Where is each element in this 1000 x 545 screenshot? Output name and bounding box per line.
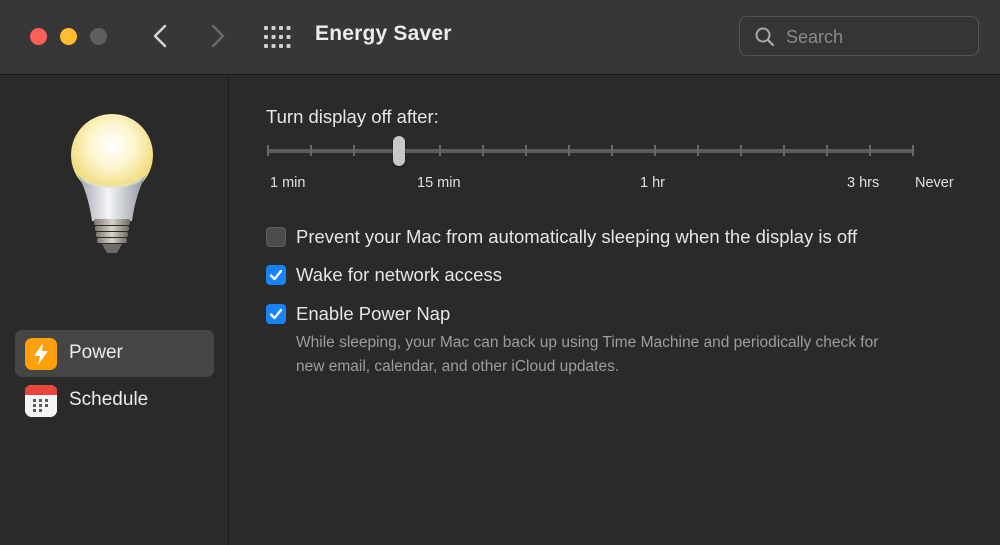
power-nap-label: Enable Power Nap xyxy=(296,303,451,324)
slider-tick xyxy=(267,145,269,156)
power-nap-checkbox[interactable] xyxy=(266,304,286,324)
tick-label: 3 hrs xyxy=(847,175,880,191)
slider-tick xyxy=(654,145,656,156)
search-input[interactable] xyxy=(784,23,968,51)
window-title: Energy Saver xyxy=(315,22,452,45)
tick-label: Never xyxy=(915,175,954,191)
sidebar: Power Schedule xyxy=(0,75,229,545)
title-bar: Energy Saver xyxy=(0,0,1000,75)
calendar-icon xyxy=(25,385,57,417)
sidebar-item-schedule[interactable]: Schedule xyxy=(15,377,214,424)
slider-tick xyxy=(826,145,828,156)
slider-tick xyxy=(310,145,312,156)
main-pane: Turn display off after: 1 min 15 min 1 h… xyxy=(229,75,1000,545)
sidebar-item-power[interactable]: Power xyxy=(15,330,214,377)
slider-tick xyxy=(525,145,527,156)
power-nap-description: While sleeping, your Mac can back up usi… xyxy=(296,331,986,379)
slider-tick xyxy=(912,145,914,156)
slider-tick xyxy=(783,145,785,156)
slider-tick xyxy=(611,145,613,156)
slider-tick xyxy=(568,145,570,156)
description-line: new email, calendar, and other iCloud up… xyxy=(296,358,620,375)
lightning-bolt-icon xyxy=(25,338,57,370)
show-all-button[interactable] xyxy=(263,25,293,49)
description-line: While sleeping, your Mac can back up usi… xyxy=(296,334,879,351)
prevent-sleep-label: Prevent your Mac from automatically slee… xyxy=(296,226,858,247)
wake-network-label: Wake for network access xyxy=(296,264,502,285)
slider-tick xyxy=(482,145,484,156)
checkmark-icon xyxy=(269,269,283,281)
chevron-left-icon xyxy=(153,24,167,48)
prevent-sleep-checkbox[interactable] xyxy=(266,227,286,247)
wake-network-checkbox[interactable] xyxy=(266,265,286,285)
close-window-button[interactable] xyxy=(30,28,47,45)
minimize-window-button[interactable] xyxy=(60,28,77,45)
forward-button[interactable] xyxy=(205,22,231,50)
back-button[interactable] xyxy=(149,22,175,50)
sidebar-item-label: Power xyxy=(69,342,123,363)
slider-tick xyxy=(439,145,441,156)
search-field[interactable] xyxy=(739,16,979,56)
checkmark-icon xyxy=(269,308,283,320)
grid-icon xyxy=(264,26,291,48)
tick-label: 1 hr xyxy=(640,175,665,191)
display-sleep-slider[interactable] xyxy=(267,149,913,153)
tick-label: 15 min xyxy=(417,175,461,191)
sidebar-item-label: Schedule xyxy=(69,389,149,410)
chevron-right-icon xyxy=(211,24,225,48)
tick-label: 1 min xyxy=(270,175,306,191)
zoom-window-button xyxy=(90,28,107,45)
slider-thumb[interactable] xyxy=(393,136,405,166)
search-icon xyxy=(755,27,775,47)
slider-tick xyxy=(353,145,355,156)
slider-tick xyxy=(740,145,742,156)
slider-tick xyxy=(869,145,871,156)
light-bulb-icon xyxy=(71,114,153,253)
slider-tick xyxy=(697,145,699,156)
display-sleep-label: Turn display off after: xyxy=(266,106,439,127)
